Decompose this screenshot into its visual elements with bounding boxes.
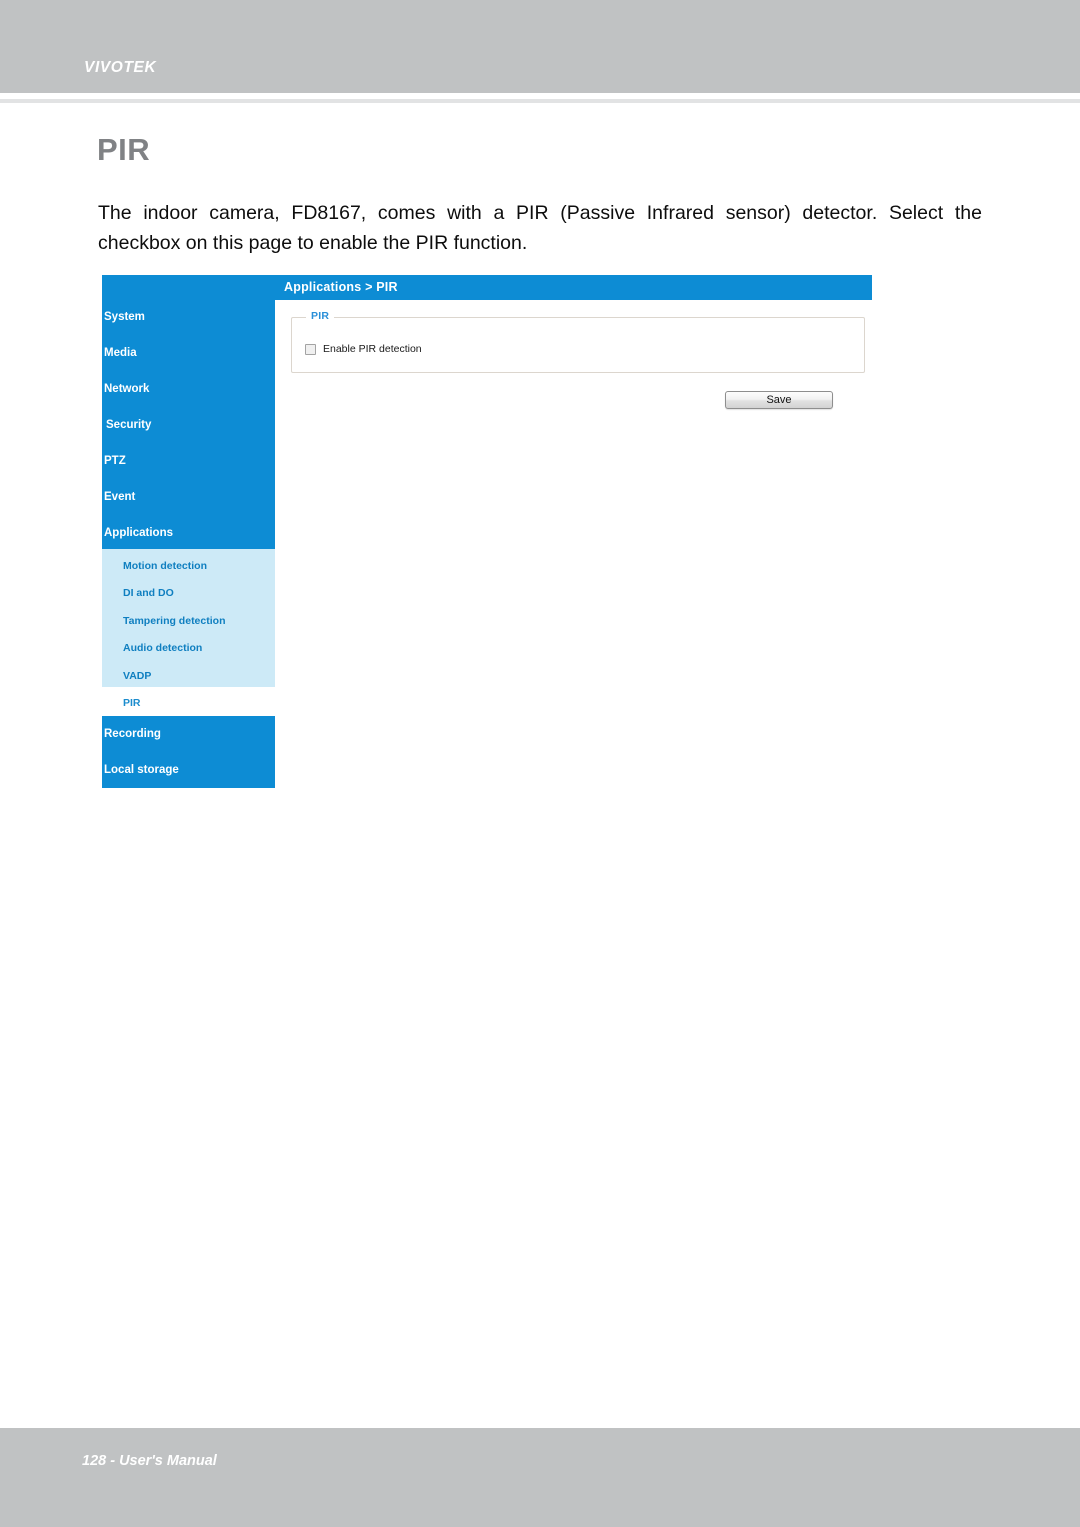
- sidebar-bottom-section: [102, 716, 275, 788]
- sidebar-nav: System Media Network Security PTZ Event …: [102, 275, 275, 788]
- content-pane: Applications > PIR PIR Enable PIR detect…: [275, 275, 872, 788]
- sidebar-item-audio-detection[interactable]: Audio detection: [102, 643, 296, 654]
- breadcrumb-bar: Applications > PIR: [275, 275, 872, 300]
- body-paragraph: The indoor camera, FD8167, comes with a …: [98, 202, 982, 254]
- page-header-band: VIVOTEK: [0, 0, 1080, 93]
- breadcrumb: Applications > PIR: [284, 280, 398, 294]
- sidebar-item-system[interactable]: System: [102, 311, 277, 324]
- sidebar-item-security[interactable]: Security: [102, 419, 279, 432]
- enable-pir-detection-checkbox[interactable]: [305, 344, 316, 355]
- sidebar-item-applications[interactable]: Applications: [102, 527, 277, 540]
- sidebar-item-media[interactable]: Media: [102, 347, 277, 360]
- sidebar-item-pir[interactable]: PIR: [102, 698, 296, 709]
- sidebar-item-ptz[interactable]: PTZ: [102, 455, 277, 468]
- sidebar-item-vadp[interactable]: VADP: [102, 671, 296, 682]
- pir-fieldset-legend: PIR: [306, 311, 335, 322]
- enable-pir-detection-row[interactable]: Enable PIR detection: [305, 344, 422, 355]
- sidebar-item-motion-detection[interactable]: Motion detection: [102, 561, 296, 572]
- save-button[interactable]: Save: [725, 391, 833, 409]
- sidebar-item-event[interactable]: Event: [102, 491, 277, 504]
- sidebar-item-di-and-do[interactable]: DI and DO: [102, 588, 296, 599]
- page-footer-band: 128 - User's Manual: [0, 1428, 1080, 1527]
- sidebar-item-tampering-detection[interactable]: Tampering detection: [102, 616, 296, 627]
- sidebar-item-network[interactable]: Network: [102, 383, 277, 396]
- header-divider: [0, 99, 1080, 103]
- page-title: PIR: [97, 132, 151, 167]
- footer-page-label: 128 - User's Manual: [82, 1453, 217, 1469]
- sidebar-item-recording[interactable]: Recording: [102, 728, 277, 741]
- sidebar-item-local-storage[interactable]: Local storage: [102, 764, 277, 777]
- camera-ui-screenshot: System Media Network Security PTZ Event …: [102, 275, 872, 788]
- enable-pir-detection-label: Enable PIR detection: [323, 343, 422, 356]
- pir-fieldset: PIR Enable PIR detection: [291, 311, 865, 373]
- vivotek-logo: VIVOTEK: [84, 59, 157, 76]
